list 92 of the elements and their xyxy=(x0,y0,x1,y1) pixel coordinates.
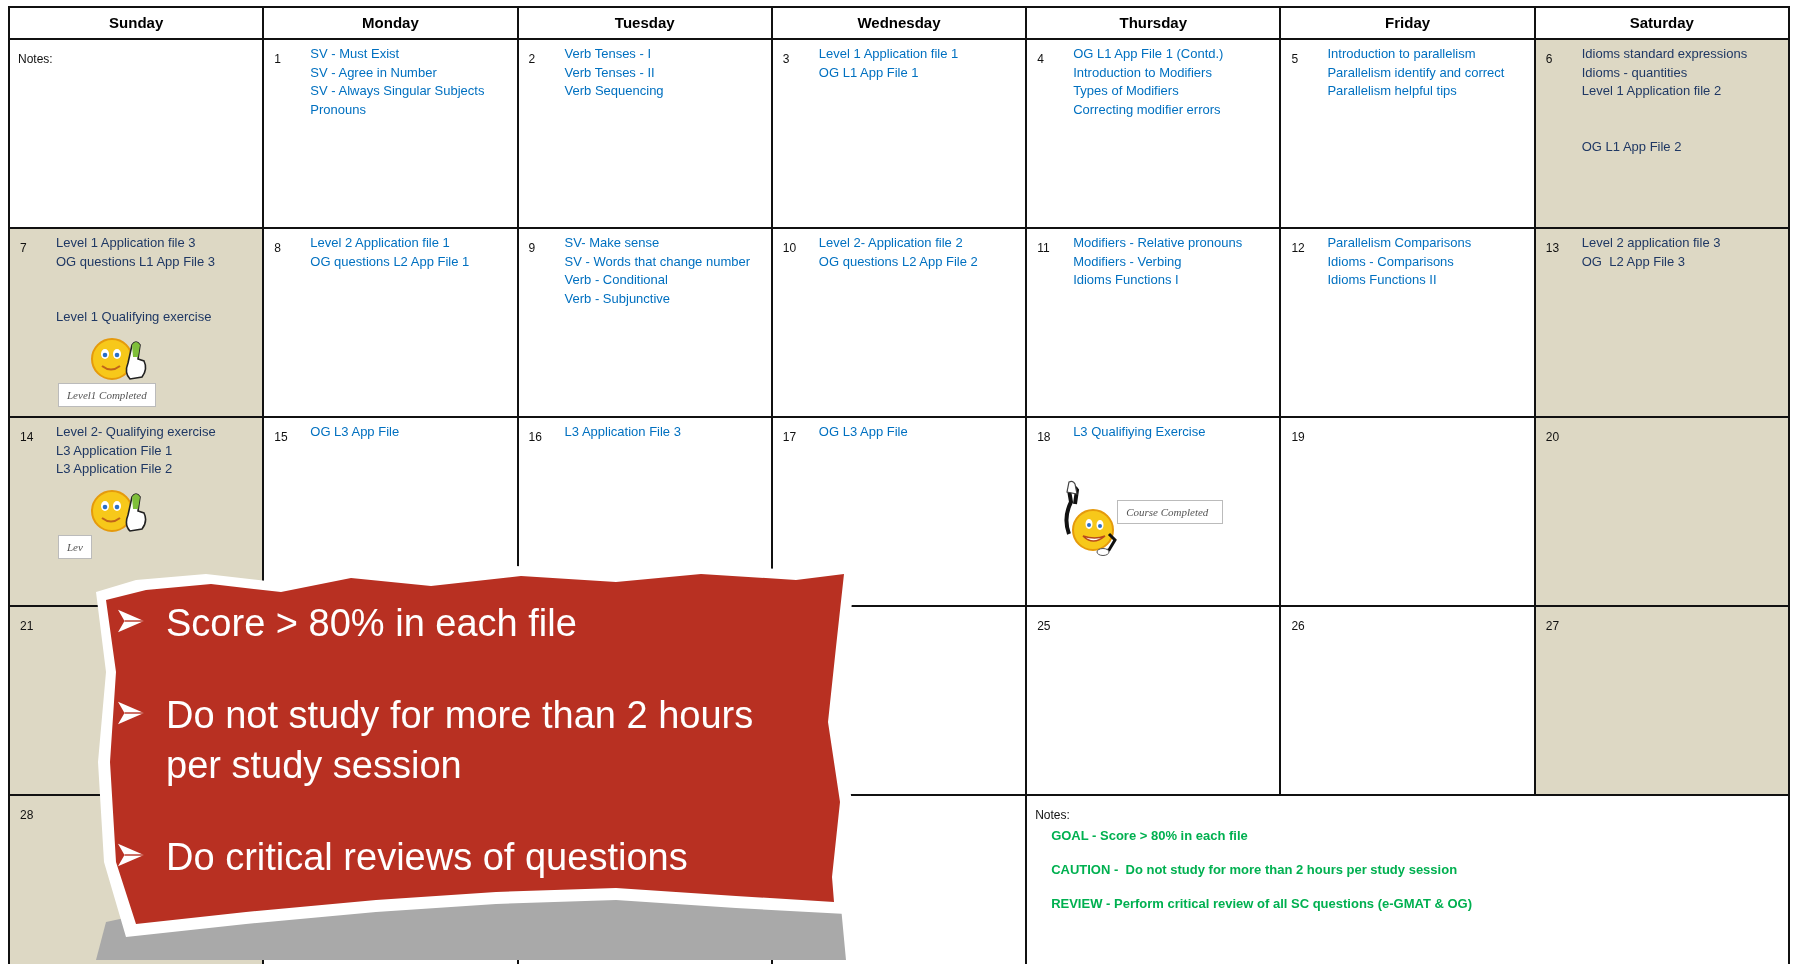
study-topic: Level 1 Qualifying exercise xyxy=(56,308,213,327)
study-topic: Pronouns xyxy=(310,100,367,119)
study-topic: OG L1 App File 1 xyxy=(818,63,920,82)
day-number: 13 xyxy=(1545,241,1560,255)
arrowhead-bullet-icon xyxy=(116,608,146,634)
study-topic: Level 1 Application file 3 xyxy=(56,234,197,252)
study-topic: Modifiers - Verbing xyxy=(1073,252,1183,271)
study-topic: Modifiers - Relative pronouns xyxy=(1073,234,1244,252)
study-topic: Types of Modifiers xyxy=(1073,82,1180,101)
study-topic: Introduction to Modifiers xyxy=(1073,63,1213,82)
study-topic: Idioms - quantities xyxy=(1581,63,1689,82)
day-number: 3 xyxy=(782,52,790,66)
day-number: 8 xyxy=(274,241,281,255)
arrowhead-bullet-icon xyxy=(116,700,146,726)
day-number: 1 xyxy=(274,52,281,66)
day-number: 14 xyxy=(20,430,34,444)
study-topic: Verb - Subjunctive xyxy=(564,289,672,308)
study-topic: Level 2- Qualifying exercise xyxy=(56,423,217,441)
study-topic: Verb Sequencing xyxy=(564,82,665,101)
weekday-header: Thursday xyxy=(1027,8,1280,38)
day-number: 20 xyxy=(1545,430,1560,444)
study-topic: OG L1 App File 1 (Contd.) xyxy=(1073,45,1225,63)
study-topic: Correcting modifier errors xyxy=(1073,100,1222,119)
study-topic: OG questions L1 App File 3 xyxy=(56,252,216,271)
day-number: 10 xyxy=(782,241,797,255)
weekday-header: Saturday xyxy=(1535,8,1788,38)
day-number: 27 xyxy=(1545,619,1560,633)
note-text: CAUTION - Do not study for more than 2 hours per study session xyxy=(1051,862,1458,877)
day-number: 12 xyxy=(1291,241,1305,255)
study-topic: Verb Tenses - I xyxy=(564,45,653,63)
weekday-header: Friday xyxy=(1281,8,1534,38)
study-topic: OG questions L2 App File 1 xyxy=(310,252,471,271)
day-number: 25 xyxy=(1037,619,1051,633)
arrowhead-bullet-icon xyxy=(116,842,146,868)
study-topic: OG L3 App File xyxy=(310,423,401,441)
weekday-header: Monday xyxy=(264,8,517,38)
study-topic: L3 Application File 3 xyxy=(564,423,682,441)
study-topic: Parallelism Comparisons xyxy=(1327,234,1473,252)
study-topic: SV - Always Singular Subjects xyxy=(310,82,486,101)
day-number: 5 xyxy=(1291,52,1299,66)
callout-text: Do critical reviews of questions xyxy=(166,835,689,880)
day-number: 4 xyxy=(1037,52,1044,66)
study-topic: SV- Make sense xyxy=(564,234,661,252)
study-topic: Idioms Functions II xyxy=(1327,271,1438,290)
study-topic: OG questions L2 App File 2 xyxy=(818,252,979,271)
study-topic: Parallelism identify and correct xyxy=(1327,63,1506,82)
study-topic: L3 Application File 2 xyxy=(56,460,174,479)
weekday-header: Wednesday xyxy=(772,8,1026,38)
study-topic: SV - Must Exist xyxy=(310,45,401,63)
study-topic: Idioms Functions I xyxy=(1073,271,1180,290)
study-topic: OG L1 App File 2 xyxy=(1581,137,1683,156)
study-topic: Parallelism helpful tips xyxy=(1327,82,1458,101)
study-topic: Introduction to parallelism xyxy=(1327,45,1477,63)
study-topic: Level 2 application file 3 xyxy=(1581,234,1722,252)
weekday-header: Sunday xyxy=(10,8,263,38)
day-number: 2 xyxy=(528,52,536,66)
notes-label: Notes: xyxy=(17,51,54,66)
day-number: 28 xyxy=(20,808,34,822)
study-topic: Level 2- Application file 2 xyxy=(818,234,964,252)
day-number: 7 xyxy=(20,241,27,255)
study-topic: L3 Application File 1 xyxy=(56,441,174,460)
completion-label: Level1 Completed xyxy=(58,382,156,407)
study-topic: Verb Tenses - II xyxy=(564,63,656,82)
study-topic: SV - Agree in Number xyxy=(310,63,438,82)
notes-label: Notes: xyxy=(1034,807,1071,822)
day-number: 18 xyxy=(1037,430,1051,444)
callout-text: Score > 80% in each file xyxy=(166,601,578,646)
day-number: 17 xyxy=(782,430,797,444)
day-number: 6 xyxy=(1545,52,1553,66)
day-number: 16 xyxy=(528,430,542,444)
study-topic: Level 1 Application file 1 xyxy=(818,45,960,63)
note-text: REVIEW - Perform critical review of all SC questions (e-GMAT & OG) xyxy=(1051,896,1473,911)
study-topic: Level 2 Application file 1 xyxy=(310,234,451,252)
day-number: 15 xyxy=(274,430,288,444)
study-topic: OG L2 App File 3 xyxy=(1581,252,1687,271)
study-topic: Idioms standard expressions xyxy=(1581,45,1749,63)
day-number: 11 xyxy=(1037,241,1050,255)
day-number: 9 xyxy=(528,241,536,255)
day-number: 26 xyxy=(1291,619,1305,633)
note-text: GOAL - Score > 80% in each file xyxy=(1051,828,1248,843)
study-topic: SV - Words that change number xyxy=(564,252,752,271)
day-number: 21 xyxy=(20,619,34,633)
study-topic: L3 Qualifiying Exercise xyxy=(1073,423,1207,441)
study-topic: OG L3 App File xyxy=(818,423,909,441)
weekday-header: Tuesday xyxy=(518,8,771,38)
study-topic: Level 1 Application file 2 xyxy=(1581,82,1723,101)
study-topic: Verb - Conditional xyxy=(564,271,669,290)
study-topic: Idioms - Comparisons xyxy=(1327,252,1455,271)
day-number: 19 xyxy=(1291,430,1305,444)
completion-label: Course Completed xyxy=(1117,500,1224,524)
completion-label: Lev xyxy=(58,534,92,559)
callout-text: Do not study for more than 2 hours per study session xyxy=(166,693,755,788)
